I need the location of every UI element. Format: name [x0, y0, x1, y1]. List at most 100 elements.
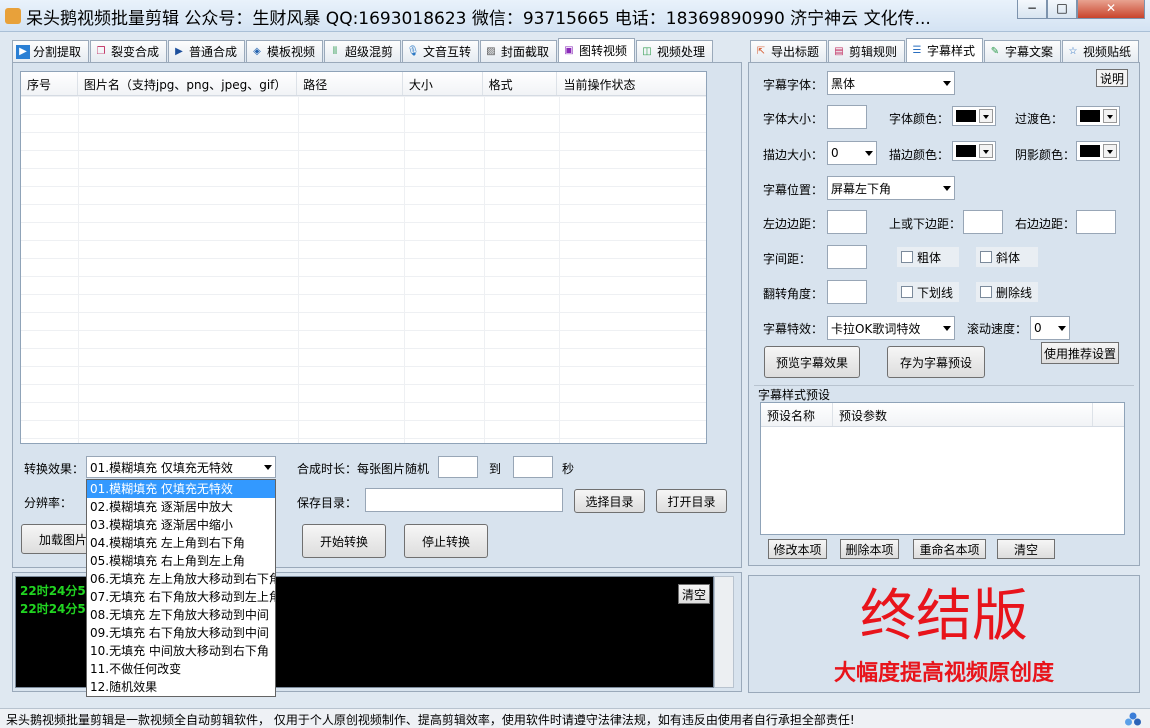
- clear-presets-button[interactable]: 清空: [997, 539, 1055, 559]
- open-dir-button[interactable]: 打开目录: [656, 489, 727, 513]
- chevron-down-icon: [865, 151, 873, 156]
- preview-subtitle-button[interactable]: 预览字幕效果: [764, 346, 860, 378]
- rotate-angle-input[interactable]: [827, 280, 867, 304]
- modify-preset-button[interactable]: 修改本项: [768, 539, 827, 559]
- log-scrollbar[interactable]: [714, 576, 734, 688]
- tab-subtitle-style[interactable]: ☰ 字幕样式: [906, 38, 983, 62]
- color-swatch: [1080, 110, 1100, 122]
- start-convert-button[interactable]: 开始转换: [302, 524, 386, 558]
- dropdown-option[interactable]: 05.模糊填充 右上角到左上角: [87, 552, 275, 570]
- duration-max-input[interactable]: [513, 456, 553, 478]
- letter-spacing-input[interactable]: [827, 245, 867, 269]
- stroke-color-picker[interactable]: [952, 141, 996, 161]
- stroke-color-label: 描边颜色：: [889, 148, 950, 162]
- column-header[interactable]: 图片名（支持jpg、png、jpeg、gif）: [78, 72, 298, 95]
- column-header[interactable]: 大小: [403, 72, 483, 95]
- bold-checkbox[interactable]: 粗体: [897, 247, 959, 267]
- dropdown-option[interactable]: 09.无填充 右下角放大移动到中间: [87, 624, 275, 642]
- vertical-margin-input[interactable]: [963, 210, 1003, 234]
- column-header[interactable]: 路径: [297, 72, 403, 95]
- tab-video-process[interactable]: ◫ 视频处理: [636, 40, 713, 62]
- help-button[interactable]: 说明: [1096, 69, 1128, 87]
- position-select[interactable]: 屏幕左下角: [827, 176, 955, 200]
- dropdown-option[interactable]: 11.不做任何改变: [87, 660, 275, 678]
- use-recommended-button[interactable]: 使用推荐设置: [1041, 342, 1119, 364]
- chevron-down-icon: [943, 326, 951, 331]
- dropdown-option[interactable]: 04.模糊填充 左上角到右下角: [87, 534, 275, 552]
- close-button[interactable]: ✕: [1077, 0, 1145, 19]
- column-divider: [559, 96, 560, 443]
- tab-edit-rules[interactable]: ▤ 剪辑规则: [828, 40, 905, 62]
- play-icon: ▶: [175, 45, 183, 57]
- shadow-color-picker[interactable]: [1076, 141, 1120, 161]
- duration-min-input[interactable]: [438, 456, 478, 478]
- chevron-down-icon: [979, 144, 993, 158]
- maximize-button[interactable]: □: [1047, 0, 1077, 19]
- save-preset-button[interactable]: 存为字幕预设: [887, 346, 985, 378]
- save-dir-input[interactable]: [365, 488, 563, 512]
- column-divider: [404, 96, 405, 443]
- column-header[interactable]: 预设参数: [833, 403, 1093, 426]
- right-margin-input[interactable]: [1076, 210, 1116, 234]
- tab-template-video[interactable]: ◈ 模板视频: [246, 40, 323, 62]
- tab-cover-capture[interactable]: ▨ 封面截取: [480, 40, 557, 62]
- effect-dropdown-list: 01.模糊填充 仅填充无特效 02.模糊填充 逐渐居中放大 03.模糊填充 逐渐…: [86, 479, 276, 697]
- tab-export-title[interactable]: ⇱ 导出标题: [750, 40, 827, 62]
- network-icon: [1124, 711, 1142, 727]
- font-select[interactable]: 黑体: [827, 71, 955, 95]
- dropdown-option[interactable]: 08.无填充 左下角放大移动到中间: [87, 606, 275, 624]
- image-icon: ▨: [486, 45, 496, 57]
- log-line: 22时24分54: [20, 602, 95, 616]
- dropdown-option[interactable]: 01.模糊填充 仅填充无特效: [87, 480, 275, 498]
- dropdown-option[interactable]: 12.随机效果: [87, 678, 275, 696]
- dropdown-option[interactable]: 03.模糊填充 逐渐居中缩小: [87, 516, 275, 534]
- strikethrough-checkbox[interactable]: 删除线: [976, 282, 1038, 302]
- stroke-size-select[interactable]: 0: [827, 141, 877, 165]
- column-header[interactable]: 当前操作状态: [557, 72, 706, 95]
- squares-icon: ❐: [96, 45, 106, 57]
- scroll-speed-select[interactable]: 0: [1030, 316, 1070, 340]
- right-margin-label: 右边边距：: [1015, 217, 1076, 231]
- tab-normal-merge[interactable]: ▶ 普通合成: [168, 40, 245, 62]
- font-color-picker[interactable]: [952, 106, 996, 126]
- chevron-down-icon: [943, 81, 951, 86]
- microphone-icon: 🎙: [406, 45, 420, 57]
- tab-video-sticker[interactable]: ☆ 视频贴纸: [1062, 40, 1139, 62]
- effect-select[interactable]: 01.模糊填充 仅填充无特效: [86, 456, 276, 478]
- tab-fission-merge[interactable]: ❐ 裂变合成: [90, 40, 167, 62]
- left-margin-input[interactable]: [827, 210, 867, 234]
- delete-preset-button[interactable]: 删除本项: [840, 539, 899, 559]
- image-list-table[interactable]: 序号 图片名（支持jpg、png、jpeg、gif） 路径 大小 格式 当前操作…: [20, 71, 707, 444]
- tab-text-audio[interactable]: 🎙 文音互转: [402, 40, 479, 62]
- tab-split-extract[interactable]: ▶ 分割提取: [12, 40, 89, 62]
- preset-table[interactable]: 预设名称 预设参数: [760, 402, 1125, 535]
- template-icon: ◈: [253, 45, 261, 57]
- rename-preset-button[interactable]: 重命名本项: [913, 539, 986, 559]
- font-size-input[interactable]: [827, 105, 867, 129]
- column-header[interactable]: 预设名称: [761, 403, 833, 426]
- table-body: [21, 96, 706, 443]
- dropdown-option[interactable]: 02.模糊填充 逐渐居中放大: [87, 498, 275, 516]
- export-icon: ⇱: [756, 45, 766, 57]
- tab-subtitle-text[interactable]: ✎ 字幕文案: [984, 40, 1061, 62]
- waveform-icon: ⫴: [332, 45, 338, 57]
- choose-dir-button[interactable]: 选择目录: [574, 489, 645, 513]
- log-line: 22时24分51: [20, 584, 95, 598]
- stop-convert-button[interactable]: 停止转换: [404, 524, 488, 558]
- italic-checkbox[interactable]: 斜体: [976, 247, 1038, 267]
- subtitle-effect-select[interactable]: 卡拉OK歌词特效: [827, 316, 955, 340]
- save-dir-label: 保存目录：: [297, 496, 358, 510]
- clear-log-button[interactable]: 清空: [678, 584, 710, 604]
- dropdown-option[interactable]: 10.无填充 中间放大移动到右下角: [87, 642, 275, 660]
- transition-color-picker[interactable]: [1076, 106, 1120, 126]
- dropdown-option[interactable]: 06.无填充 左上角放大移动到右下角: [87, 570, 275, 588]
- tab-image-to-video[interactable]: ▣ 图转视频: [558, 38, 635, 62]
- column-header[interactable]: 序号: [21, 72, 78, 95]
- letter-spacing-label: 字间距：: [763, 252, 812, 266]
- dropdown-option[interactable]: 07.无填充 右下角放大移动到左上角: [87, 588, 275, 606]
- underline-checkbox[interactable]: 下划线: [897, 282, 959, 302]
- column-header[interactable]: 格式: [483, 72, 558, 95]
- minimize-button[interactable]: −: [1017, 0, 1047, 19]
- tab-super-remix[interactable]: ⫴ 超级混剪: [324, 40, 401, 62]
- checkbox-box: [901, 286, 913, 298]
